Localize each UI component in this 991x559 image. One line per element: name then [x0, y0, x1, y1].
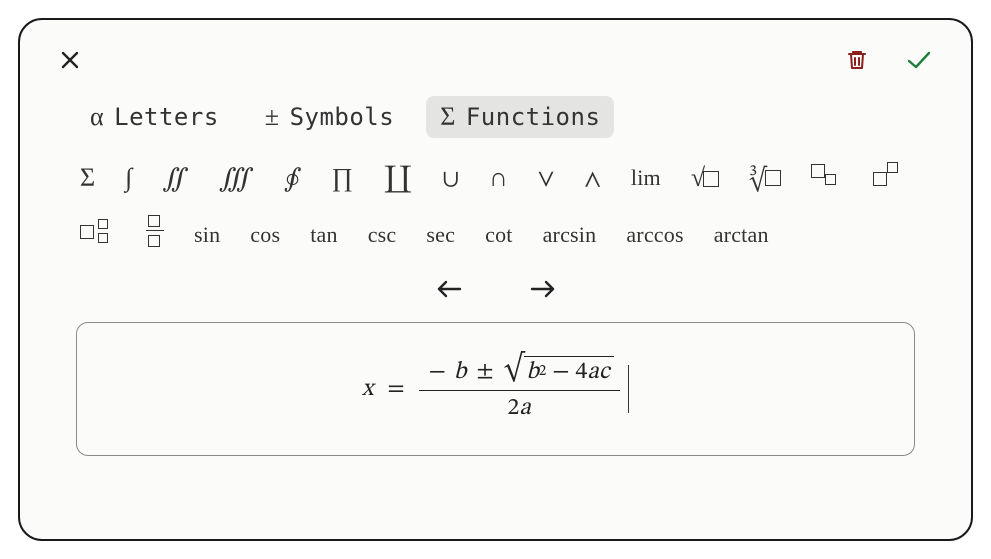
- btn-bigcap[interactable]: ∩: [485, 163, 512, 193]
- btn-csc[interactable]: csc: [364, 222, 401, 248]
- btn-superscript[interactable]: [869, 160, 909, 195]
- btn-arccos[interactable]: arccos: [622, 222, 687, 248]
- btn-nthroot[interactable]: ∛: [745, 163, 784, 193]
- formula-content: x = −b ± √ b2 − 4ac 2a: [362, 354, 620, 425]
- btn-bigcup[interactable]: ∪: [438, 163, 463, 193]
- btn-bigwedge[interactable]: ∧: [580, 163, 605, 193]
- tab-letters-glyph: α: [90, 102, 104, 132]
- title-bar: [54, 42, 937, 78]
- fraction-icon: [146, 215, 164, 249]
- btn-prod[interactable]: ∏: [328, 163, 357, 193]
- btn-arctan[interactable]: arctan: [710, 222, 773, 248]
- subsuper-icon: [80, 219, 116, 245]
- btn-cot[interactable]: cot: [481, 222, 516, 248]
- sqrt-icon: √: [691, 165, 719, 191]
- btn-sec[interactable]: sec: [422, 222, 459, 248]
- btn-oint[interactable]: ∮: [280, 163, 306, 193]
- symbol-palette: Σ ∫ ∬ ∭ ∮ ∏ ∐ ∪ ∩ ∨ ∧ lim √ ∛: [76, 160, 937, 256]
- btn-coprod[interactable]: ∐: [379, 163, 417, 193]
- btn-arcsin[interactable]: arcsin: [539, 222, 601, 248]
- cursor-left-button[interactable]: [430, 274, 468, 304]
- tab-letters[interactable]: α Letters: [76, 96, 233, 138]
- cursor-nav: [54, 274, 937, 304]
- arrow-right-icon: [528, 278, 558, 300]
- tab-symbols-glyph: ±: [265, 102, 280, 132]
- formula-input[interactable]: x = −b ± √ b2 − 4ac 2a: [76, 322, 915, 456]
- close-button[interactable]: [54, 44, 86, 76]
- text-caret: [628, 365, 630, 413]
- delete-button[interactable]: [841, 44, 873, 76]
- tab-symbols[interactable]: ± Symbols: [251, 96, 408, 138]
- palette-row-1: Σ ∫ ∬ ∭ ∮ ∏ ∐ ∪ ∩ ∨ ∧ lim √ ∛: [76, 160, 937, 195]
- btn-int[interactable]: ∫: [121, 163, 136, 193]
- btn-sqrt[interactable]: √: [687, 163, 723, 193]
- tab-letters-label: Letters: [114, 103, 219, 131]
- btn-bigvee[interactable]: ∨: [534, 163, 559, 193]
- category-tabs: α Letters ± Symbols Σ Functions: [76, 96, 937, 138]
- btn-fraction[interactable]: [142, 213, 168, 256]
- tab-functions-glyph: Σ: [440, 102, 456, 132]
- btn-subsuper[interactable]: [76, 217, 120, 252]
- btn-sin[interactable]: sin: [190, 222, 224, 248]
- close-icon: [58, 48, 82, 72]
- palette-row-2: sin cos tan csc sec cot arcsin arccos ar…: [76, 213, 937, 256]
- btn-iiint[interactable]: ∭: [215, 163, 258, 193]
- btn-sum[interactable]: Σ: [76, 163, 99, 193]
- btn-cos[interactable]: cos: [246, 222, 284, 248]
- btn-lim[interactable]: lim: [627, 165, 665, 191]
- superscript-icon: [873, 162, 905, 188]
- tab-symbols-label: Symbols: [290, 103, 395, 131]
- confirm-button[interactable]: [901, 44, 937, 76]
- equation-editor-modal: α Letters ± Symbols Σ Functions Σ ∫ ∬ ∭ …: [18, 18, 973, 541]
- subscript-icon: [811, 162, 843, 188]
- btn-subscript[interactable]: [807, 160, 847, 195]
- arrow-left-icon: [434, 278, 464, 300]
- btn-tan[interactable]: tan: [306, 222, 341, 248]
- cursor-right-button[interactable]: [524, 274, 562, 304]
- check-icon: [905, 48, 933, 72]
- tab-functions[interactable]: Σ Functions: [426, 96, 614, 138]
- trash-icon: [845, 48, 869, 72]
- btn-iint[interactable]: ∬: [158, 163, 192, 193]
- tab-functions-label: Functions: [466, 103, 601, 131]
- nthroot-icon: ∛: [749, 168, 780, 190]
